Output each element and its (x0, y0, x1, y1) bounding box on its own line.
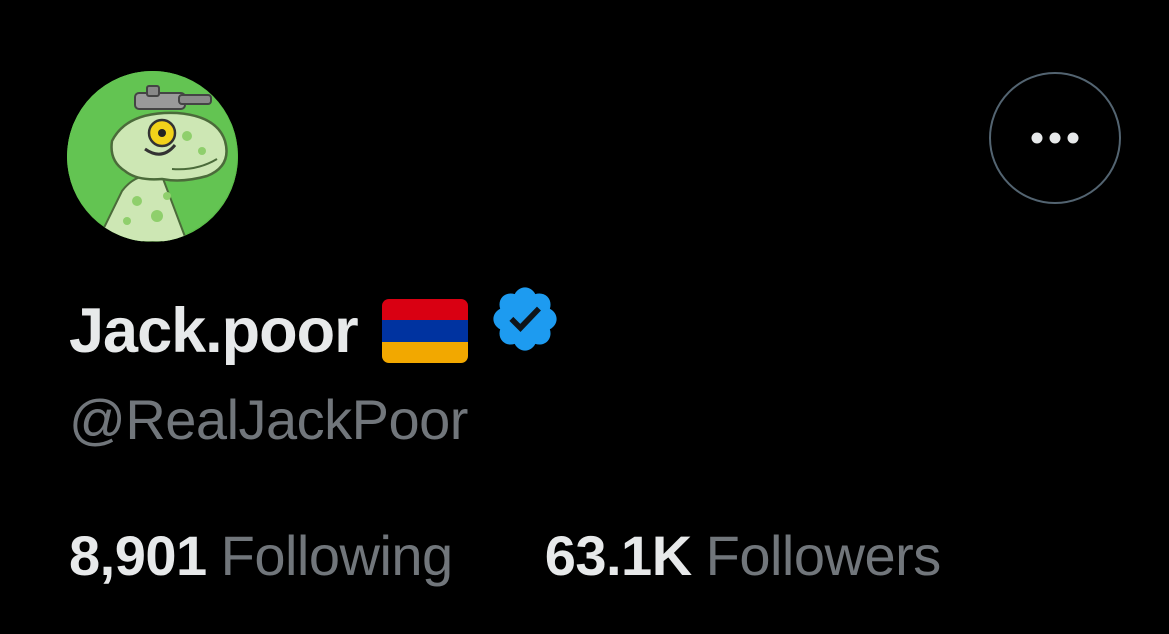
user-handle: @RealJackPoor (69, 388, 468, 451)
following-count: 8,901 (69, 524, 207, 587)
verified-check-icon[interactable] (488, 282, 562, 356)
followers-stat[interactable]: 63.1K Followers (544, 524, 942, 587)
profile-stats: 8,901 Following 63.1K Followers (69, 528, 941, 584)
armenia-flag-icon (381, 299, 468, 363)
name-row: Jack.poor (69, 286, 562, 376)
lizard-avatar-image (67, 71, 238, 242)
followers-label: Followers (705, 524, 942, 587)
more-options-button[interactable] (989, 72, 1121, 204)
profile-header: Jack.poor @RealJackPoor 8,901 Following … (0, 0, 1169, 634)
following-stat[interactable]: 8,901 Following (69, 528, 453, 584)
following-label: Following (220, 524, 454, 587)
followers-count: 63.1K (544, 524, 692, 587)
more-horizontal-icon (1031, 132, 1079, 144)
avatar[interactable] (67, 71, 238, 242)
display-name: Jack.poor (69, 295, 359, 366)
